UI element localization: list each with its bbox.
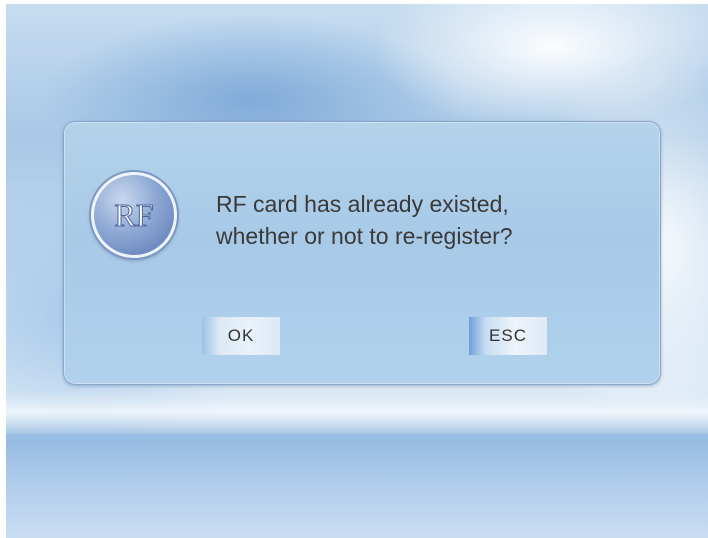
background-highlight-band — [6, 389, 708, 434]
rf-card-icon: RF — [91, 172, 177, 258]
ok-button[interactable]: OK — [202, 317, 280, 355]
background-lower-band — [6, 434, 708, 538]
rf-icon-glyph: RF — [114, 197, 154, 234]
dialog-message-line-2: whether or not to re-register? — [216, 223, 513, 249]
dialog-message-line-1: RF card has already existed, — [216, 191, 509, 217]
rf-icon-label: RF — [114, 197, 153, 233]
device-screen: RF RF card has already existed, whether … — [6, 4, 708, 538]
esc-button[interactable]: ESC — [469, 317, 547, 355]
confirm-dialog: RF RF card has already existed, whether … — [63, 121, 661, 385]
dialog-message: RF card has already existed, whether or … — [216, 188, 636, 252]
